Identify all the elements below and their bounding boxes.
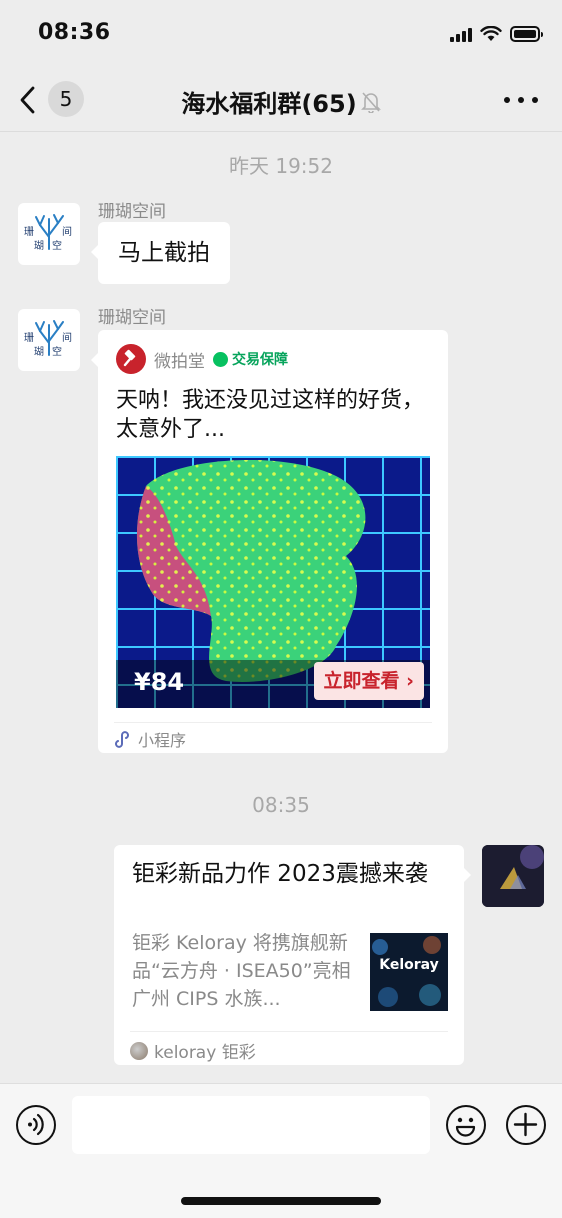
status-bar: 08:36 [0, 0, 562, 70]
timestamp: 08:35 [252, 793, 310, 817]
link-card[interactable]: 钜彩新品力作 2023震撼来袭 钜彩 Keloray 将携旗舰新品“云方舟 · … [114, 845, 471, 1065]
status-time: 08:36 [38, 20, 111, 45]
view-now-button[interactable]: 立即查看 › [313, 662, 424, 700]
thumbnail-brand-text: Keloray [379, 957, 439, 973]
chevron-right-icon: › [406, 670, 414, 692]
guarantee-badge: 交易保障 [213, 349, 288, 369]
svg-text:空: 空 [52, 345, 62, 358]
mini-program-card[interactable]: 微拍堂 交易保障 天呐！我还没见过这样的好货，太意外了... ¥84 立即查看 … [91, 330, 448, 753]
view-now-label: 立即查看 [323, 670, 400, 692]
svg-text:瑚: 瑚 [34, 346, 44, 358]
link-description: 钜彩 Keloray 将携旗舰新品“云方舟 · ISEA50”亮相广州 CIPS… [132, 932, 351, 1010]
plus-icon [513, 1112, 538, 1137]
guarantee-label: 交易保障 [232, 352, 288, 368]
gavel-icon [116, 344, 146, 374]
emoji-button[interactable] [446, 1105, 486, 1145]
cellular-signal-icon [450, 26, 472, 42]
coral-logo-icon: 珊 间 瑚 空 [24, 320, 72, 358]
sender-name: 珊瑚空间 [98, 308, 166, 328]
product-image: ¥84 立即查看 › [116, 456, 430, 708]
svg-text:间: 间 [62, 225, 72, 238]
svg-text:空: 空 [52, 239, 62, 252]
link-thumbnail: Keloray [370, 933, 448, 1011]
more-functions-button[interactable] [506, 1105, 546, 1145]
product-price: ¥84 [134, 668, 185, 696]
voice-input-button[interactable] [16, 1105, 56, 1145]
battery-icon [510, 26, 543, 42]
smile-icon [455, 1117, 476, 1137]
link-title: 钜彩新品力作 2023震撼来袭 [132, 861, 428, 887]
avatar[interactable]: 珊 间 瑚 空 [18, 309, 80, 371]
chat-title: 海水福利群(65) [181, 90, 357, 118]
more-horizontal-icon [504, 97, 510, 103]
link-source: keloray 钜彩 [130, 1031, 448, 1063]
source-avatar [130, 1041, 148, 1060]
mini-program-footer-label: 小程序 [138, 731, 187, 750]
sender-name: 珊瑚空间 [98, 202, 166, 222]
shield-check-icon [213, 351, 228, 367]
profile-photo-icon [482, 845, 544, 907]
svg-text:间: 间 [62, 331, 72, 344]
mini-program-header: 微拍堂 交易保障 [116, 344, 288, 374]
avatar[interactable]: 珊 间 瑚 空 [18, 203, 80, 265]
bell-off-icon [360, 91, 381, 113]
mini-program-name: 微拍堂 [154, 351, 205, 372]
timestamp: 昨天 19:52 [229, 154, 333, 178]
voice-icon [28, 1113, 44, 1136]
my-avatar[interactable] [482, 845, 544, 907]
mini-program-footer: 小程序 [114, 722, 432, 751]
home-indicator [181, 1197, 381, 1205]
wifi-icon [480, 26, 502, 41]
svg-text:瑚: 瑚 [34, 240, 44, 252]
more-options-button[interactable] [504, 88, 538, 112]
svg-text:珊: 珊 [24, 332, 34, 344]
mini-program-title: 天呐！我还没见过这样的好货，太意外了... [116, 388, 425, 442]
message-input[interactable] [72, 1096, 430, 1154]
svg-text:珊: 珊 [24, 226, 34, 238]
link-source-name: keloray 钜彩 [154, 1043, 256, 1063]
chat-header: 5 海水福利群(65) [0, 70, 562, 132]
page-title: 海水福利群(65) [0, 84, 562, 119]
message-bubble[interactable]: 马上截拍 [91, 222, 230, 284]
status-icons [450, 24, 543, 44]
coral-logo-icon: 珊 间 瑚 空 [24, 214, 72, 252]
mini-program-icon [115, 731, 129, 748]
